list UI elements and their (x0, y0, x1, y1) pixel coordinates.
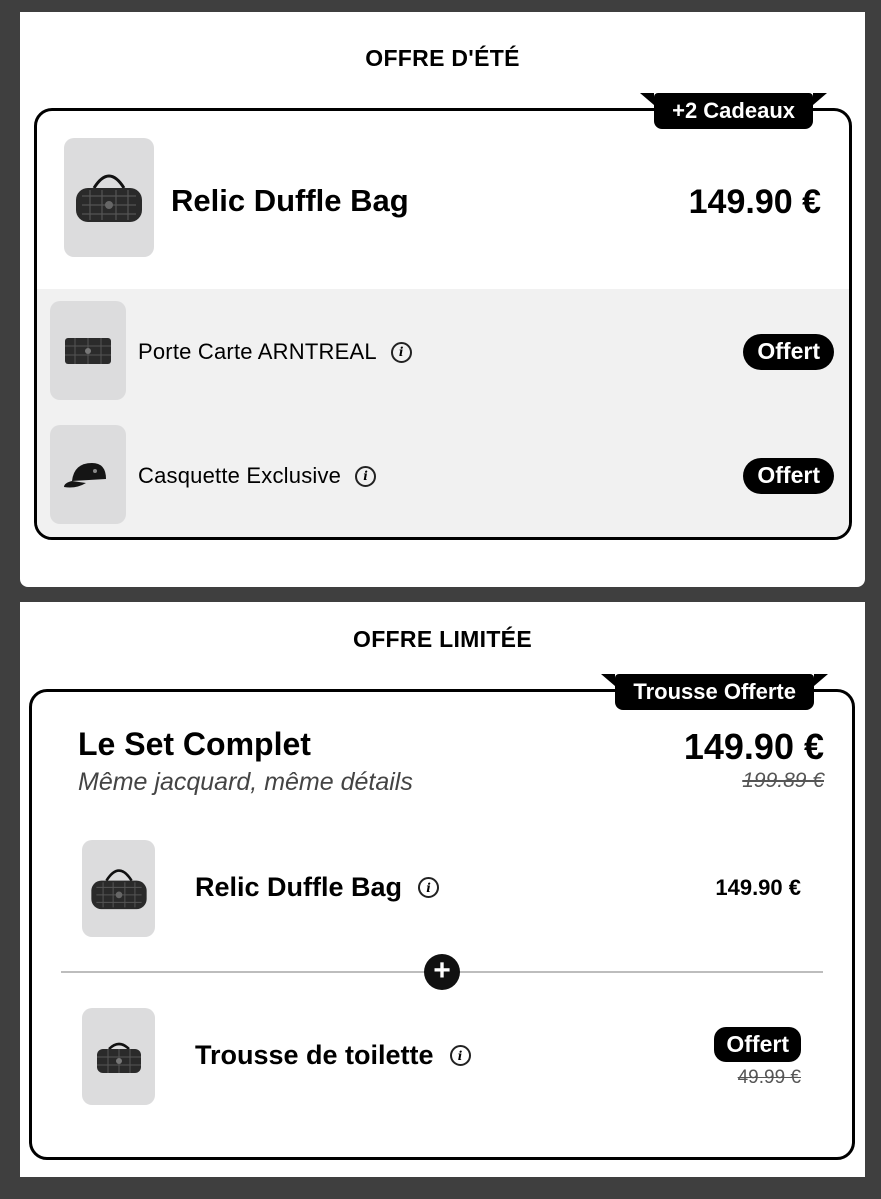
gift-name-label: Casquette Exclusive (138, 463, 342, 488)
summer-offer-panel: OFFRE D'ÉTÉ +2 Cadeaux Relic Duffle Bag … (20, 12, 865, 587)
cap-icon (64, 462, 106, 487)
set-item: Relic Duffle Bag i 149.90 € (32, 840, 852, 950)
toiletry-bag-thumbnail (82, 1008, 155, 1105)
summer-offer-card[interactable]: +2 Cadeaux Relic Duffle Bag 149.90 € Por… (34, 93, 852, 540)
limited-offer-panel: OFFRE LIMITÉE Trousse Offerte Le Set Com… (20, 602, 865, 1177)
duffle-bag-thumbnail (64, 138, 154, 257)
offert-badge: Offert (714, 1027, 801, 1062)
summer-offer-title: OFFRE D'ÉTÉ (365, 45, 520, 71)
offert-badge: Offert (743, 334, 834, 370)
card-holder-icon (65, 337, 111, 364)
info-icon[interactable]: i (355, 465, 377, 487)
duffle-bag-icon (76, 174, 142, 222)
main-product-name: Relic Duffle Bag (171, 183, 409, 218)
plus-icon: + (424, 954, 460, 990)
gift-list: Porte Carte ARNTREAL i Offert Casquette … (37, 289, 849, 537)
duffle-bag-thumbnail (82, 840, 155, 937)
set-item-name: Relic Duffle Bag i (195, 872, 440, 903)
set-item-name: Trousse de toilette i (195, 1040, 471, 1071)
gifts-ribbon: +2 Cadeaux (640, 93, 827, 129)
set-item-old-price: 49.99 € (737, 1067, 801, 1088)
info-icon[interactable]: i (418, 877, 440, 898)
set-price: 149.90 € (683, 726, 824, 767)
gift-name: Casquette Exclusive i (138, 463, 377, 489)
limited-offer-card[interactable]: Trousse Offerte Le Set Complet Même jacq… (29, 674, 855, 1160)
offert-badge: Offert (743, 458, 834, 494)
set-title: Le Set Complet (78, 726, 311, 762)
free-pouch-ribbon: Trousse Offerte (601, 674, 828, 710)
set-item-name-label: Trousse de toilette (195, 1040, 434, 1070)
info-icon[interactable]: i (449, 1045, 471, 1066)
gift-name-label: Porte Carte ARNTREAL (138, 339, 377, 364)
set-subtitle: Même jacquard, même détails (78, 768, 413, 796)
gift-item: Casquette Exclusive i Offert (37, 413, 849, 537)
set-item-name-label: Relic Duffle Bag (195, 872, 403, 902)
duffle-bag-icon (90, 868, 147, 909)
main-product-price: 149.90 € (688, 183, 821, 221)
limited-offer-title: OFFRE LIMITÉE (353, 626, 532, 652)
card-holder-thumbnail (50, 301, 126, 400)
info-icon[interactable]: i (390, 341, 412, 363)
set-old-price: 199.89 € (742, 769, 824, 792)
set-item-price: 149.90 € (715, 875, 801, 900)
cap-thumbnail (50, 425, 126, 524)
toiletry-bag-icon (96, 1042, 141, 1073)
set-item: Trousse de toilette i Offert 49.99 € (32, 1008, 852, 1118)
gift-name: Porte Carte ARNTREAL i (138, 339, 412, 365)
gift-item: Porte Carte ARNTREAL i Offert (37, 289, 849, 413)
